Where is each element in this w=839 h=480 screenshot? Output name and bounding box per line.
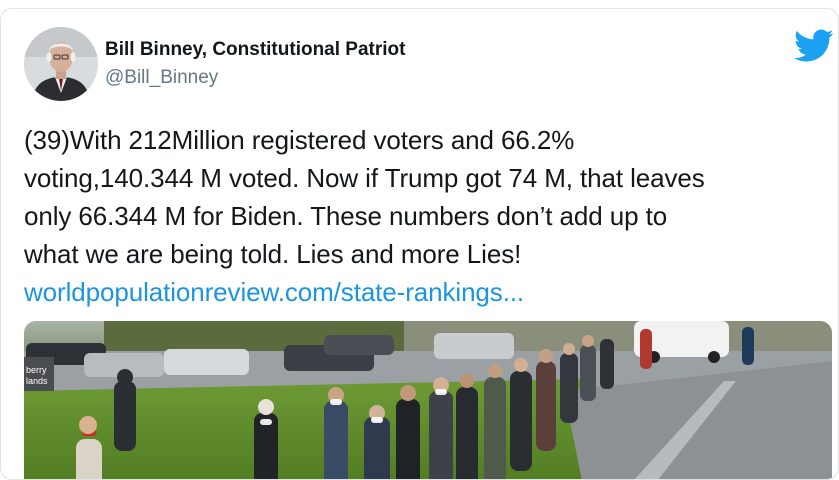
- avatar-photo: [24, 27, 98, 101]
- tweet-text-line: voting,140.344 M voted. Now if Trump got…: [24, 163, 705, 193]
- tweet-text-line: only 66.344 M for Biden. These numbers d…: [24, 201, 668, 231]
- twitter-bird-icon[interactable]: [794, 29, 834, 63]
- tweet-card[interactable]: Bill Binney, Constitutional Patriot @Bil…: [0, 8, 839, 480]
- sign-text: berry: [26, 365, 47, 375]
- tweet-text: (39)With 212Million registered voters an…: [24, 121, 824, 311]
- svg-text:lands: lands: [26, 376, 48, 386]
- voters-line-photo: berry lands: [24, 321, 832, 479]
- tweet-text-line: (39)With 212Million registered voters an…: [24, 125, 575, 155]
- tweet-text-line: what we are being told. Lies and more Li…: [24, 239, 522, 269]
- author-handle[interactable]: @Bill_Binney: [105, 67, 218, 89]
- tweet-media-image[interactable]: berry lands: [24, 321, 832, 479]
- tweet-link[interactable]: worldpopulationreview.com/state-rankings…: [24, 273, 824, 311]
- avatar[interactable]: [24, 27, 98, 101]
- author-display-name[interactable]: Bill Binney, Constitutional Patriot: [105, 39, 405, 61]
